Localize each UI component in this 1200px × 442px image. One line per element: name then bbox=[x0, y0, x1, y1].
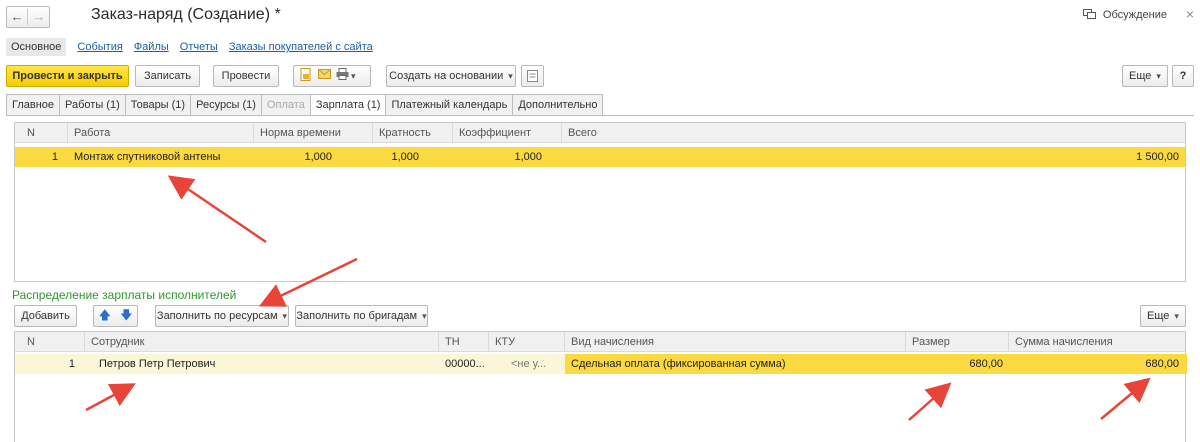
salary-table[interactable]: N Сотрудник ТН КТУ Вид начисления Размер… bbox=[14, 331, 1187, 442]
cell-n: 1 bbox=[68, 358, 75, 370]
cell-norm: 1,000 bbox=[304, 151, 332, 163]
salary-more-button[interactable]: Еще bbox=[1140, 305, 1186, 327]
column-header-total[interactable]: Всего bbox=[562, 123, 1187, 143]
icon-button-group: ▾ bbox=[293, 65, 371, 87]
column-header-work[interactable]: Работа bbox=[68, 123, 254, 143]
post-and-close-button[interactable]: Провести и закрыть bbox=[6, 65, 129, 87]
fill-by-resources-button[interactable]: Заполнить по ресурсам bbox=[155, 305, 289, 327]
post-button[interactable]: Провести bbox=[213, 65, 279, 87]
table-row[interactable]: 1 Монтаж спутниковой антены 1,000 1,000 … bbox=[15, 147, 1185, 167]
column-header-tn[interactable]: ТН bbox=[439, 332, 489, 352]
discussion-label: Обсуждение bbox=[1102, 9, 1167, 21]
tab-additional[interactable]: Дополнительно bbox=[512, 94, 604, 116]
window-title: Заказ-наряд (Создание) * bbox=[91, 6, 281, 23]
sections-bar: Основное События Файлы Отчеты Заказы пок… bbox=[6, 37, 384, 57]
column-header-ktu[interactable]: КТУ bbox=[489, 332, 565, 352]
column-header-multiplicity[interactable]: Кратность bbox=[373, 123, 453, 143]
section-files[interactable]: Файлы bbox=[134, 41, 169, 53]
move-buttons: 🡅 🡇 bbox=[93, 305, 138, 327]
works-table-header: N Работа Норма времени Кратность Коэффиц… bbox=[15, 123, 1185, 143]
section-site-orders[interactable]: Заказы покупателей с сайта bbox=[229, 41, 373, 53]
salary-distribution-title: Распределение зарплаты исполнителей bbox=[12, 288, 237, 302]
tab-payment[interactable]: Оплата bbox=[260, 94, 310, 116]
save-button[interactable]: Записать bbox=[135, 65, 200, 87]
column-header-norm[interactable]: Норма времени bbox=[254, 123, 373, 143]
section-main[interactable]: Основное bbox=[6, 38, 67, 56]
more-button[interactable]: Еще bbox=[1122, 65, 1168, 87]
column-header-coefficient[interactable]: Коэффициент bbox=[453, 123, 562, 143]
cell-tn: 00000... bbox=[445, 358, 485, 370]
column-header-employee[interactable]: Сотрудник bbox=[85, 332, 439, 352]
structure-icon[interactable] bbox=[521, 65, 544, 87]
arrow-up-icon[interactable]: 🡅 bbox=[99, 306, 111, 327]
back-button[interactable]: ← bbox=[7, 7, 27, 27]
chat-bubble-icon bbox=[1082, 9, 1096, 19]
column-header-n[interactable]: N bbox=[15, 332, 85, 352]
cell-amount: 680,00 bbox=[1009, 354, 1187, 374]
works-table[interactable]: N Работа Норма времени Кратность Коэффиц… bbox=[14, 122, 1186, 282]
forward-button[interactable]: → bbox=[29, 7, 49, 27]
tabs-bar: Главное Работы (1) Товары (1) Ресурсы (1… bbox=[6, 94, 604, 116]
cell-ktu: <не у... bbox=[511, 358, 547, 370]
create-based-on-button[interactable]: Создать на основании bbox=[386, 65, 516, 87]
print-dropdown-chevron-down-icon[interactable]: ▾ bbox=[351, 71, 356, 82]
column-header-accrual-type[interactable]: Вид начисления bbox=[565, 332, 906, 352]
section-reports[interactable]: Отчеты bbox=[180, 41, 218, 53]
fill-by-brigades-button[interactable]: Заполнить по бригадам bbox=[295, 305, 428, 327]
nav-buttons: ← → bbox=[6, 6, 50, 28]
printer-icon[interactable] bbox=[333, 68, 351, 84]
salary-table-header: N Сотрудник ТН КТУ Вид начисления Размер… bbox=[15, 332, 1185, 352]
column-header-amount[interactable]: Сумма начисления bbox=[1009, 332, 1187, 352]
cell-size: 680,00 bbox=[906, 354, 1009, 374]
cell-total: 1 500,00 bbox=[1136, 151, 1179, 163]
tab-main[interactable]: Главное bbox=[6, 94, 60, 116]
tab-works[interactable]: Работы (1) bbox=[59, 94, 125, 116]
tab-goods[interactable]: Товары (1) bbox=[124, 94, 191, 116]
cell-accrual-type: Сдельная оплата (фиксированная сумма) bbox=[565, 354, 906, 374]
table-row[interactable]: 1 Петров Петр Петрович 00000... <не у...… bbox=[15, 354, 1187, 374]
add-button[interactable]: Добавить bbox=[14, 305, 77, 327]
tab-payment-calendar[interactable]: Платежный календарь bbox=[385, 94, 513, 116]
help-button[interactable]: ? bbox=[1172, 65, 1194, 87]
cell-employee: Петров Петр Петрович bbox=[99, 358, 216, 370]
cell-work: Монтаж спутниковой антены bbox=[74, 151, 221, 163]
envelope-icon[interactable] bbox=[315, 68, 333, 84]
cell-n: 1 bbox=[51, 151, 58, 163]
arrow-down-icon[interactable]: 🡇 bbox=[120, 306, 132, 327]
column-header-n[interactable]: N bbox=[15, 123, 68, 143]
section-events[interactable]: События bbox=[77, 41, 122, 53]
discussion-button[interactable]: Обсуждение bbox=[1082, 9, 1167, 21]
tab-salary[interactable]: Зарплата (1) bbox=[309, 94, 386, 116]
cell-coefficient: 1,000 bbox=[514, 151, 542, 163]
document-icon[interactable] bbox=[297, 68, 315, 84]
tab-resources[interactable]: Ресурсы (1) bbox=[190, 94, 261, 116]
column-header-size[interactable]: Размер bbox=[906, 332, 1009, 352]
cell-multiplicity: 1,000 bbox=[391, 151, 419, 163]
close-icon[interactable]: × bbox=[1186, 6, 1194, 22]
